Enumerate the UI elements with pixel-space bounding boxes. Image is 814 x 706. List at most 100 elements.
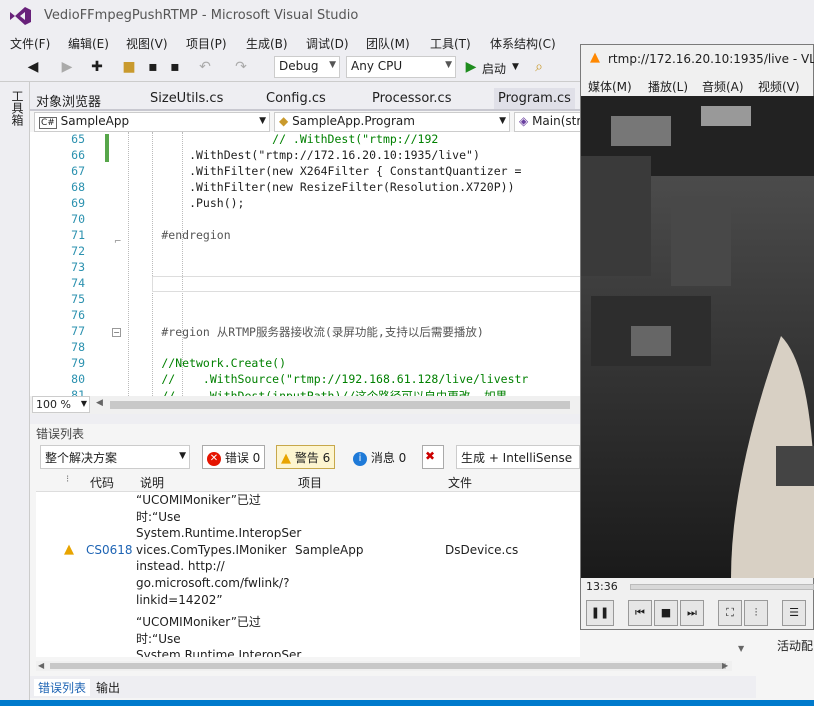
errors-filter-button[interactable]: ✕ 错误 0 (202, 445, 266, 469)
code-line: 70 (30, 212, 580, 228)
description-line: System.Runtime.InteropSer (136, 526, 302, 541)
editor-status-row: 100 % ▼ ◀ (30, 396, 580, 414)
vlc-menu-media[interactable]: 媒体(M) (588, 78, 632, 95)
warning-code-link[interactable]: CS0618 (86, 543, 133, 557)
warnings-filter-button[interactable]: ▲ 警告 6 (276, 445, 336, 469)
code-line: 69 .Push(); (30, 196, 580, 212)
find-icon[interactable]: ⌕ (530, 58, 548, 76)
vlc-pause-button[interactable]: ❚❚ (586, 600, 614, 626)
menu-view[interactable]: 视图(V) (126, 35, 168, 52)
chevron-down-icon: ▼ (329, 60, 336, 70)
line-number: 77 (71, 324, 85, 338)
menu-project[interactable]: 项目(P) (186, 35, 227, 52)
menu-architecture[interactable]: 体系结构(C) (490, 35, 556, 52)
undo-icon[interactable]: ↶ (196, 58, 214, 76)
vlc-next-button[interactable]: ⏭ (680, 600, 704, 626)
tab-config[interactable]: Config.cs (266, 91, 326, 106)
zoom-select[interactable]: 100 % ▼ (32, 396, 90, 413)
start-button[interactable]: 启动 (482, 60, 506, 77)
expand-collapse-icon[interactable]: − (112, 328, 121, 337)
vlc-video-frame[interactable] (581, 96, 814, 578)
tab-object-browser[interactable]: 对象浏览器 (36, 91, 101, 110)
start-play-icon[interactable]: ▶ (462, 58, 480, 76)
column-description[interactable]: 说明 (140, 474, 164, 491)
toolbox-strip[interactable]: 工具箱 (0, 82, 30, 702)
error-list-title: 错误列表 (36, 427, 85, 441)
tab-program[interactable]: Program.cs (494, 88, 575, 110)
menu-edit[interactable]: 编辑(E) (68, 35, 109, 52)
configuration-select[interactable]: Debug ▼ (274, 56, 340, 78)
menu-team[interactable]: 团队(M) (366, 35, 410, 52)
platform-value: Any CPU (351, 59, 403, 73)
tab-sizeutils[interactable]: SizeUtils.cs (150, 91, 223, 106)
vlc-menu-playback[interactable]: 播放(L) (648, 78, 688, 95)
line-number: 81 (71, 388, 85, 396)
configuration-value: Debug (279, 59, 319, 73)
vlc-menu-video[interactable]: 视频(V) (758, 78, 800, 95)
tab-error-list[interactable]: 错误列表 (34, 679, 91, 696)
current-line-highlight (152, 276, 582, 292)
editor-horizontal-scrollbar[interactable] (110, 401, 570, 409)
type-navigation-select[interactable]: ◆ SampleApp.Program ▼ (274, 112, 510, 132)
redo-icon[interactable]: ↷ (232, 58, 250, 76)
chevron-down-icon: ▼ (445, 60, 452, 70)
code-line: 79 //Network.Create() (30, 356, 580, 372)
menu-file[interactable]: 文件(F) (10, 35, 50, 52)
collapse-region-icon[interactable]: ⌐ (114, 237, 122, 247)
vlc-previous-button[interactable]: ⏮ (628, 600, 652, 626)
scrollbar-thumb[interactable] (50, 663, 726, 669)
navigate-back-icon[interactable]: ◀ (24, 58, 42, 76)
new-project-icon[interactable]: ✚ (88, 58, 106, 76)
navigate-forward-icon[interactable]: ▶ (58, 58, 76, 76)
description-line: System.Runtime.InteropSer (136, 648, 302, 657)
column-filter-icon[interactable]: ⁝ (66, 474, 69, 485)
vlc-seek-bar[interactable] (630, 584, 814, 590)
project-name: SampleApp (60, 114, 130, 128)
table-row[interactable]: “UCOMIMoniker”已过 时:“Use System.Runtime.I… (36, 614, 580, 657)
platform-select[interactable]: Any CPU ▼ (346, 56, 456, 78)
vlc-menu-audio[interactable]: 音频(A) (702, 78, 744, 95)
skip-previous-icon: ⏮ (635, 606, 645, 619)
project-navigation-select[interactable]: C# SampleApp ▼ (34, 112, 270, 132)
scroll-left-icon[interactable]: ◀ (38, 661, 44, 670)
messages-count: 消息 0 (370, 451, 407, 465)
error-list-grid: “UCOMIMoniker”已过 时:“Use System.Runtime.I… (36, 492, 580, 657)
vlc-stop-button[interactable]: ■ (654, 600, 678, 626)
column-project[interactable]: 项目 (298, 474, 322, 491)
column-code[interactable]: 代码 (90, 474, 114, 491)
vlc-fullscreen-button[interactable]: ⛶ (718, 600, 742, 626)
clear-filter-button[interactable]: ✖ (422, 445, 444, 469)
messages-filter-button[interactable]: i 消息 0 (348, 445, 411, 469)
vlc-elapsed-time: 13:36 (586, 580, 618, 593)
scroll-right-icon[interactable]: ▶ (722, 661, 728, 670)
scroll-left-icon[interactable]: ◀ (96, 398, 103, 408)
menu-build[interactable]: 生成(B) (246, 35, 288, 52)
save-icon[interactable]: ▪ (144, 58, 162, 76)
scope-select[interactable]: 整个解决方案 ▼ (40, 445, 190, 469)
code-line: 67 .WithFilter(new X264Filter { Constant… (30, 164, 580, 180)
warning-project: SampleApp (295, 543, 364, 557)
vlc-playlist-button[interactable]: ☰ (782, 600, 806, 626)
playlist-icon: ☰ (789, 606, 799, 619)
open-folder-icon[interactable]: ■ (120, 58, 138, 76)
zoom-value: 100 % (36, 398, 71, 411)
save-all-icon[interactable]: ▪ (166, 58, 184, 76)
menu-debug[interactable]: 调试(D) (306, 35, 349, 52)
start-dropdown-icon[interactable]: ▼ (512, 62, 519, 72)
description-line: vices.ComTypes.IMoniker (136, 542, 287, 557)
scroll-down-icon[interactable]: ▼ (738, 644, 744, 653)
tab-processor[interactable]: Processor.cs (372, 91, 451, 106)
visual-studio-logo-icon (8, 6, 32, 26)
pause-icon: ❚❚ (590, 606, 610, 619)
line-number: 70 (71, 212, 85, 226)
vlc-extended-settings-button[interactable]: ⫶ (744, 600, 768, 626)
code-line: 72 (30, 244, 580, 260)
code-editor[interactable]: 65 // .WithDest("rtmp://192 66 .WithDest… (30, 132, 580, 396)
skip-next-icon: ⏭ (687, 606, 697, 619)
tab-output[interactable]: 输出 (96, 679, 120, 696)
build-source-select[interactable]: 生成 + IntelliSense (456, 445, 580, 469)
table-row[interactable]: “UCOMIMoniker”已过 时:“Use System.Runtime.I… (36, 492, 580, 614)
warning-icon: ▲ (64, 542, 74, 557)
menu-tools[interactable]: 工具(T) (430, 35, 471, 52)
column-file[interactable]: 文件 (448, 474, 472, 491)
